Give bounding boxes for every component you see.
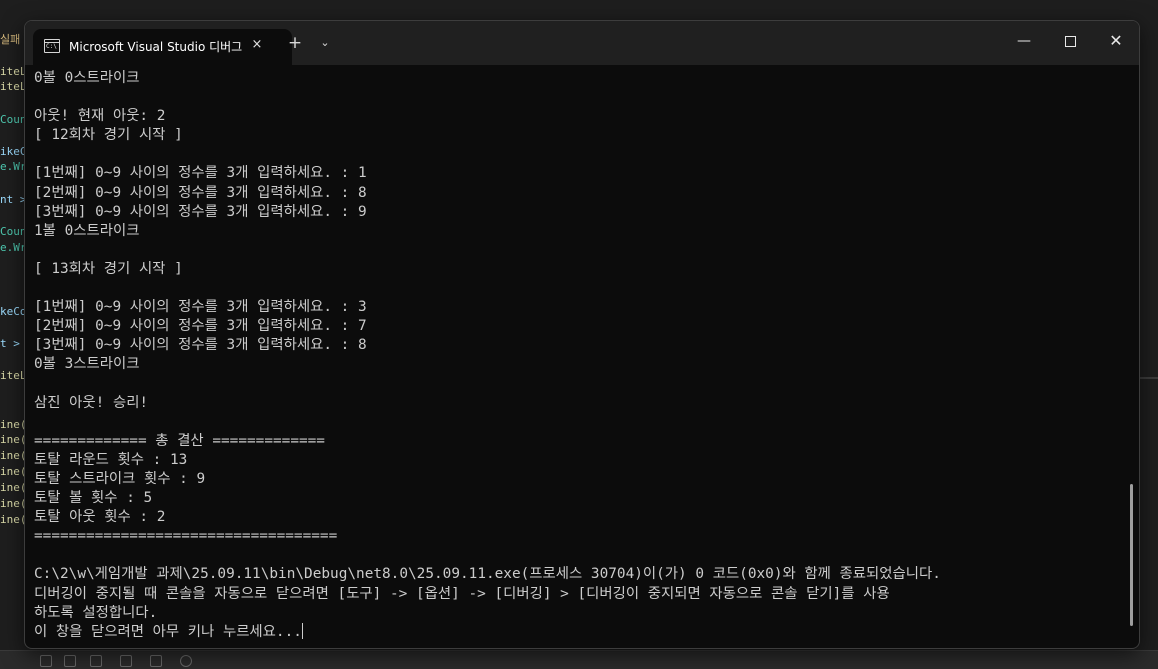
status-icon — [40, 655, 52, 667]
status-icon — [90, 655, 102, 667]
console-line: 토탈 스트라이크 횟수 : 9 — [34, 470, 206, 487]
background-code-fragment: ine( — [0, 449, 27, 462]
new-tab-button[interactable]: + — [285, 33, 305, 53]
console-output[interactable]: 0볼 0스트라이크아웃! 현재 아웃: 2 [ 12회차 경기 시작 ] [1번째]… — [34, 69, 1126, 641]
background-code-fragment: iteL — [0, 65, 27, 78]
background-code-fragment: t > — [0, 337, 20, 350]
console-line: [2번째] 0~9 사이의 정수를 3개 입력하세요. : 7 — [34, 318, 367, 335]
status-icon — [64, 655, 76, 667]
console-line: [ 13회차 경기 시작 ] — [34, 260, 183, 277]
console-line: 이 창을 닫으려면 아무 키나 누르세요... — [34, 622, 303, 640]
console-line: [1번째] 0~9 사이의 정수를 3개 입력하세요. : 3 — [34, 299, 367, 316]
background-code-fragment: iteL — [0, 80, 27, 93]
background-code-fragment: ine( — [0, 497, 27, 510]
background-code-fragment: nt > — [0, 193, 27, 206]
console-line: C:\2\w\게임개발 과제\25.09.11\bin\Debug\net8.0… — [34, 566, 941, 583]
clock-icon — [180, 655, 192, 667]
status-icon — [120, 655, 132, 667]
background-code-fragment: ine( — [0, 513, 27, 526]
title-bar[interactable]: C:\ Microsoft Visual Studio 디버그 × + ⌄ — … — [25, 21, 1139, 65]
console-line: 토탈 볼 횟수 : 5 — [34, 490, 153, 507]
tab-close-icon[interactable]: × — [247, 35, 267, 55]
background-code-fragment: keCo — [0, 305, 27, 318]
console-line: [3번째] 0~9 사이의 정수를 3개 입력하세요. : 8 — [34, 337, 367, 354]
background-code-fragment: 실패 — [0, 33, 21, 46]
background-code-fragment: e.Wr — [0, 241, 27, 254]
console-line: 1볼 0스트라이크 — [34, 222, 140, 239]
background-divider — [1139, 377, 1158, 379]
console-line: 디버깅이 중지될 때 콘솔을 자동으로 닫으려면 [도구] -> [옵션] ->… — [34, 585, 890, 602]
background-code-fragment: Coun — [0, 113, 27, 126]
terminal-tab[interactable]: C:\ Microsoft Visual Studio 디버그 × — [33, 29, 292, 65]
console-line: =================================== — [34, 528, 338, 545]
maximize-icon — [1065, 36, 1076, 47]
console-line: [3번째] 0~9 사이의 정수를 3개 입력하세요. : 9 — [34, 203, 367, 220]
console-line: [2번째] 0~9 사이의 정수를 3개 입력하세요. : 8 — [34, 184, 367, 201]
console-line: [1번째] 0~9 사이의 정수를 3개 입력하세요. : 1 — [34, 165, 367, 182]
maximize-button[interactable] — [1047, 21, 1093, 61]
background-code-fragment: ine( — [0, 433, 27, 446]
console-line: 0볼 0스트라이크 — [34, 70, 140, 86]
background-code-fragment: ikeC — [0, 145, 27, 158]
background-code-fragment: e.Wr — [0, 160, 27, 173]
console-line: 0볼 3스트라이크 — [34, 356, 140, 373]
console-app-icon: C:\ — [44, 39, 60, 53]
console-line: 삼진 아웃! 승리! — [34, 394, 149, 411]
console-line: 토탈 라운드 횟수 : 13 — [34, 451, 188, 468]
chevron-down-icon[interactable]: ⌄ — [315, 33, 335, 53]
scrollbar-thumb[interactable] — [1130, 484, 1133, 626]
console-line: 아웃! 현재 아웃: 2 — [34, 108, 166, 125]
tab-title: Microsoft Visual Studio 디버그 — [69, 40, 243, 54]
console-line: ============= 총 결산 ============= — [34, 432, 325, 449]
console-line: 하도록 설정합니다. — [34, 604, 158, 621]
background-code-fragment: ine( — [0, 465, 27, 478]
background-status-bar — [0, 650, 1158, 669]
status-icon — [150, 655, 162, 667]
console-line: [ 12회차 경기 시작 ] — [34, 127, 183, 144]
text-cursor — [301, 622, 303, 639]
close-button[interactable]: ✕ — [1093, 21, 1139, 61]
console-line: 토탈 아웃 횟수 : 2 — [34, 509, 166, 526]
minimize-button[interactable]: — — [1001, 21, 1047, 61]
background-code-fragment: iteL — [0, 369, 27, 382]
background-code-fragment: ine( — [0, 481, 27, 494]
background-code-fragment: Coun — [0, 225, 27, 238]
console-window: C:\ Microsoft Visual Studio 디버그 × + ⌄ — … — [24, 20, 1140, 649]
background-code-fragment: ine( — [0, 418, 27, 431]
